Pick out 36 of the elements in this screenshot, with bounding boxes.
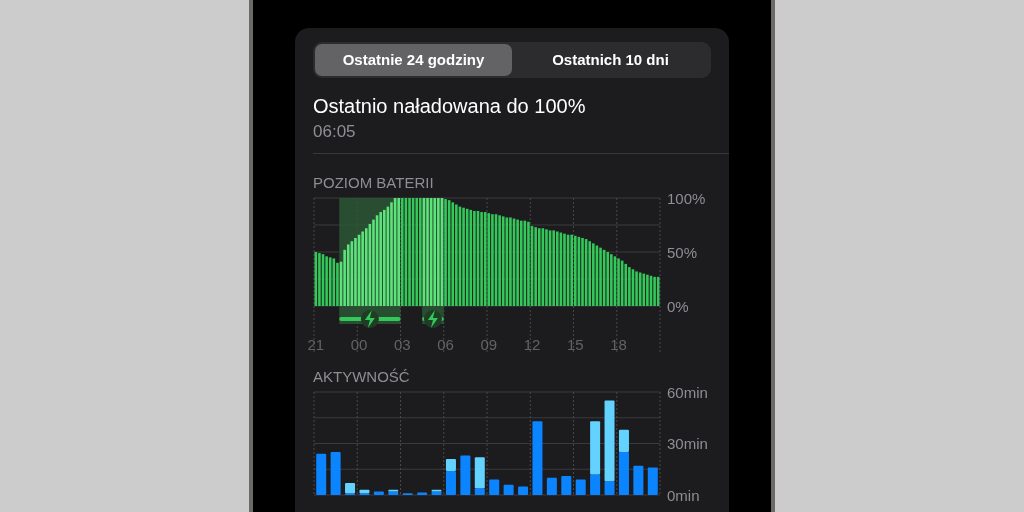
activity-bar bbox=[316, 453, 327, 495]
activity-bar bbox=[503, 484, 514, 495]
last-charge-title: Ostatnio naładowana do 100% bbox=[313, 94, 586, 118]
axis-label: 06 bbox=[437, 336, 454, 353]
axis-label: 0min bbox=[667, 486, 700, 502]
segment-tab[interactable]: Ostatnich 10 dni bbox=[512, 44, 709, 76]
activity-bar bbox=[518, 486, 529, 495]
axis-label: 00 bbox=[350, 336, 368, 353]
activity-bar bbox=[489, 479, 500, 495]
activity-bar bbox=[575, 479, 586, 495]
axis-label: 12 bbox=[523, 336, 541, 353]
section-title: AKTYWNOŚĆ bbox=[313, 368, 410, 386]
axis-label: 15 bbox=[566, 336, 584, 353]
axis-label: 09 bbox=[480, 336, 498, 353]
bolt-icon bbox=[423, 310, 442, 328]
activity-bar bbox=[633, 465, 644, 495]
activity-bar bbox=[330, 452, 341, 495]
axis-label: 50% bbox=[667, 243, 698, 261]
bolt-icon bbox=[360, 310, 379, 328]
last-charge-time: 06:05 bbox=[313, 122, 356, 142]
axis-label: 21 bbox=[307, 336, 325, 353]
activity-bar bbox=[561, 476, 572, 495]
activity-bar bbox=[460, 455, 471, 495]
axis-label: 100% bbox=[667, 189, 706, 207]
activity-bar bbox=[373, 491, 384, 495]
axis-label: 0% bbox=[667, 297, 689, 315]
activity-bar bbox=[417, 492, 428, 495]
axis-label: 18 bbox=[610, 336, 627, 353]
activity-bar bbox=[546, 477, 557, 495]
segment-tab[interactable]: Ostatnie 24 godziny bbox=[315, 44, 512, 76]
axis-label: 03 bbox=[393, 336, 411, 353]
axis-label: 30min bbox=[667, 435, 708, 452]
activity-bar bbox=[647, 467, 658, 495]
section-title: POZIOM BATERII bbox=[313, 174, 434, 192]
charging-bar bbox=[339, 317, 401, 321]
axis-label: 60min bbox=[667, 383, 708, 401]
